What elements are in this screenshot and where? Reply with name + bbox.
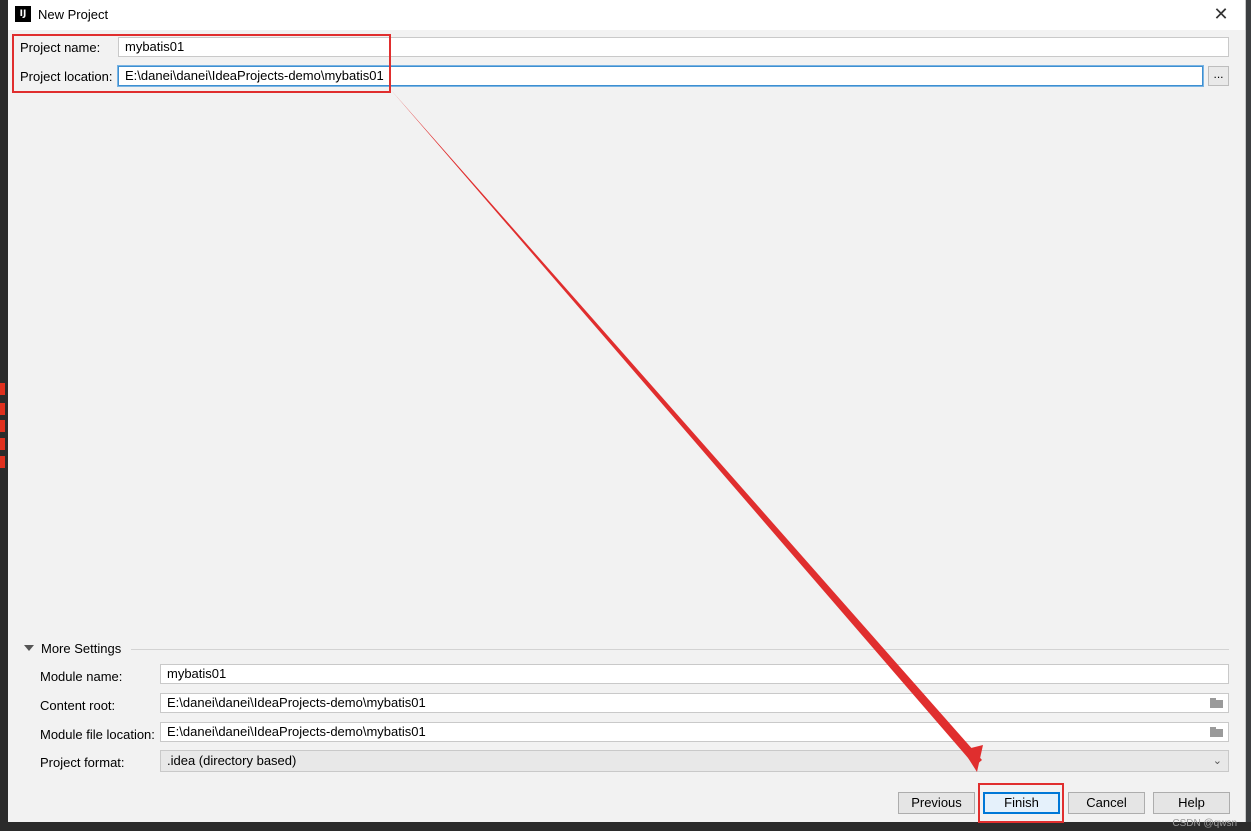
chevron-down-icon: ⌄ xyxy=(1212,754,1222,767)
collapse-triangle-icon xyxy=(24,645,34,651)
folder-icon[interactable] xyxy=(1210,698,1223,708)
desktop-taskbar-strip xyxy=(0,822,1251,831)
module-file-location-value: E:\danei\danei\IdeaProjects-demo\mybatis… xyxy=(167,724,426,739)
content-root-label: Content root: xyxy=(40,698,116,713)
dialog-title: New Project xyxy=(38,7,109,22)
title-bar: IJ New Project ✕ xyxy=(8,0,1245,30)
more-settings-title: More Settings xyxy=(41,641,122,656)
background-marker xyxy=(0,420,5,432)
content-root-input[interactable]: E:\danei\danei\IdeaProjects-demo\mybatis… xyxy=(160,693,1229,713)
background-marker xyxy=(0,438,5,450)
module-file-location-label: Module file location: xyxy=(40,727,155,742)
more-settings-header[interactable]: More Settings xyxy=(24,641,1229,657)
app-logo-icon: IJ xyxy=(15,6,31,22)
finish-button[interactable]: Finish xyxy=(983,792,1060,814)
new-project-dialog: IJ New Project ✕ Project name: mybatis01… xyxy=(8,0,1246,822)
module-name-input[interactable]: mybatis01 xyxy=(160,664,1229,684)
project-format-value: .idea (directory based) xyxy=(167,753,297,768)
background-marker xyxy=(0,383,5,395)
help-button[interactable]: Help xyxy=(1153,792,1230,814)
cancel-button[interactable]: Cancel xyxy=(1068,792,1145,814)
project-format-select[interactable]: .idea (directory based) ⌄ xyxy=(160,750,1229,772)
project-name-label: Project name: xyxy=(20,40,101,55)
browse-button[interactable]: ... xyxy=(1208,66,1229,86)
background-marker xyxy=(0,403,5,415)
previous-button[interactable]: Previous xyxy=(898,792,975,814)
project-format-label: Project format: xyxy=(40,755,125,770)
separator xyxy=(131,649,1229,650)
project-location-input[interactable]: E:\danei\danei\IdeaProjects-demo\mybatis… xyxy=(118,66,1203,86)
module-name-label: Module name: xyxy=(40,669,123,684)
desktop-edge-left xyxy=(0,0,8,831)
background-marker xyxy=(0,456,5,468)
module-file-location-input[interactable]: E:\danei\danei\IdeaProjects-demo\mybatis… xyxy=(160,722,1229,742)
watermark: CSDN @qwsn xyxy=(1172,818,1237,829)
folder-icon[interactable] xyxy=(1210,727,1223,737)
content-root-value: E:\danei\danei\IdeaProjects-demo\mybatis… xyxy=(167,695,426,710)
close-icon[interactable]: ✕ xyxy=(1203,1,1239,29)
project-name-input[interactable]: mybatis01 xyxy=(118,37,1229,57)
project-location-label: Project location: xyxy=(20,69,113,84)
